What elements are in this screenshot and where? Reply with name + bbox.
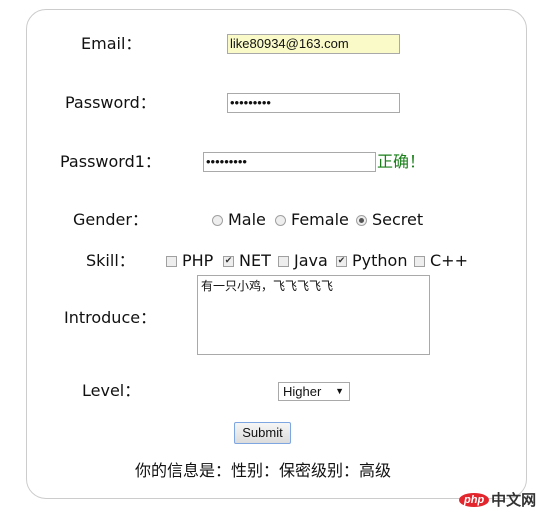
password-input[interactable]: ••••••••• [227, 93, 400, 113]
email-label: Email： [81, 34, 142, 53]
watermark-text: 中文网 [491, 491, 537, 509]
level-select[interactable]: Higher ▼ [278, 382, 350, 401]
result-text: 你的信息是：性别：保密级别：高级 [135, 461, 392, 480]
password-match-status: 正确！ [377, 152, 426, 171]
gender-label: Gender： [73, 210, 148, 229]
radio-icon[interactable] [356, 214, 367, 226]
option-label: Secret [372, 210, 424, 229]
checkbox-checked-icon[interactable]: ✔ [336, 255, 347, 267]
dropdown-arrow-icon: ▼ [335, 386, 344, 396]
option-label: PHP [182, 251, 214, 270]
selected-value: Higher [283, 384, 322, 399]
skill-cpp[interactable]: C++ [414, 251, 468, 271]
option-label: C++ [430, 251, 468, 270]
submit-button[interactable]: Submit [234, 422, 291, 444]
skill-python[interactable]: ✔ Python [336, 251, 407, 271]
skill-net[interactable]: ✔ NET [223, 251, 271, 271]
checkbox-icon[interactable] [414, 255, 425, 267]
checkbox-icon[interactable] [278, 255, 289, 267]
option-label: NET [239, 251, 271, 270]
email-input[interactable]: like80934@163.com [227, 34, 400, 54]
skill-php[interactable]: PHP [166, 251, 213, 271]
introduce-textarea[interactable]: 有一只小鸡，飞飞飞飞飞 [197, 275, 430, 355]
option-label: Female [291, 210, 349, 229]
password1-label: Password1： [60, 152, 161, 171]
option-label: Python [352, 251, 408, 270]
password1-input[interactable]: ••••••••• [203, 152, 376, 172]
password-label: Password： [65, 93, 156, 112]
level-label: Level： [82, 381, 141, 400]
gender-female[interactable]: Female [275, 210, 349, 230]
radio-icon[interactable] [275, 214, 286, 226]
option-label: Male [228, 210, 266, 229]
watermark-logo: php 中文网 [459, 489, 536, 510]
introduce-label: Introduce： [64, 308, 157, 327]
php-logo: php [459, 492, 490, 507]
skill-label: Skill： [86, 251, 135, 270]
radio-icon[interactable] [212, 214, 223, 226]
checkbox-icon[interactable] [166, 255, 177, 267]
checkbox-checked-icon[interactable]: ✔ [223, 255, 234, 267]
gender-secret[interactable]: Secret [356, 210, 423, 230]
gender-male[interactable]: Male [212, 210, 266, 230]
option-label: Java [294, 251, 328, 270]
skill-java[interactable]: Java [278, 251, 328, 271]
